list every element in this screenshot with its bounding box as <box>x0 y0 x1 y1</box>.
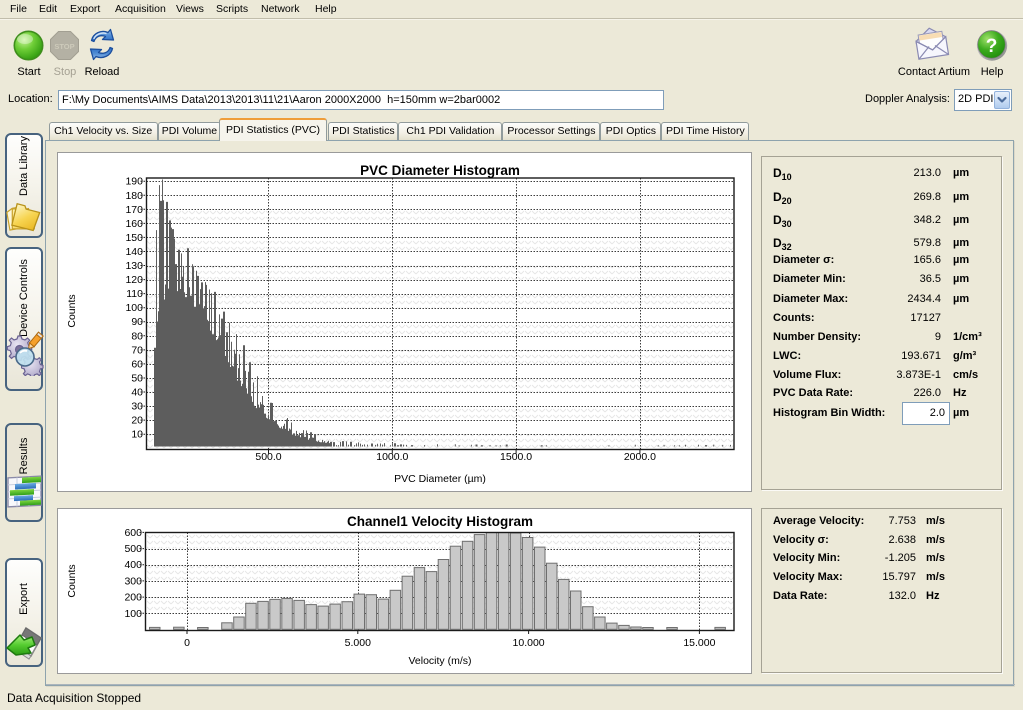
svg-text:Counts: Counts <box>66 564 78 597</box>
svg-text:Channel1 Velocity Histogram: Channel1 Velocity Histogram <box>347 514 533 529</box>
svg-text:100: 100 <box>125 302 143 314</box>
svg-text:600: 600 <box>124 527 142 539</box>
svg-text:5.000: 5.000 <box>345 637 371 649</box>
svg-text:140: 140 <box>125 246 143 258</box>
svg-text:190: 190 <box>125 176 143 188</box>
svg-text:STOP: STOP <box>54 42 74 51</box>
svg-text:150: 150 <box>125 232 143 244</box>
svg-text:400: 400 <box>124 559 142 571</box>
svg-text:100: 100 <box>124 608 142 620</box>
svg-text:15.000: 15.000 <box>683 637 715 649</box>
svg-text:10.000: 10.000 <box>513 637 545 649</box>
svg-text:PVC Diameter (µm): PVC Diameter (µm) <box>394 473 486 485</box>
svg-text:?: ? <box>986 36 998 57</box>
svg-text:160: 160 <box>125 218 143 230</box>
svg-text:120: 120 <box>125 274 143 286</box>
svg-text:Counts: Counts <box>66 294 78 327</box>
svg-text:500: 500 <box>124 543 142 555</box>
svg-text:180: 180 <box>125 190 143 202</box>
svg-text:Velocity (m/s): Velocity (m/s) <box>408 655 471 667</box>
svg-text:200: 200 <box>124 592 142 604</box>
svg-text:170: 170 <box>125 204 143 216</box>
svg-text:PVC Diameter Histogram: PVC Diameter Histogram <box>360 163 520 178</box>
svg-text:130: 130 <box>125 260 143 272</box>
svg-text:0: 0 <box>184 637 190 649</box>
svg-text:300: 300 <box>124 575 142 587</box>
